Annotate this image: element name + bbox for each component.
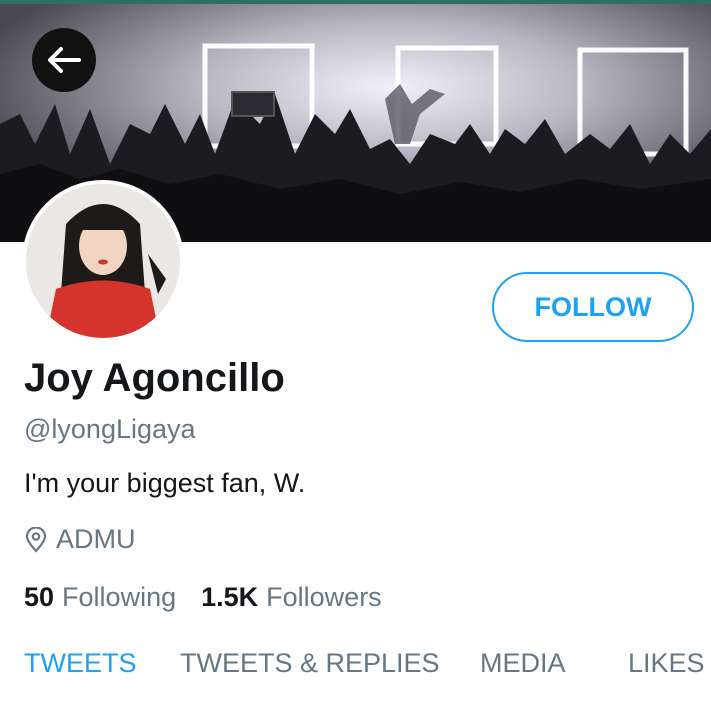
tab-media[interactable]: MEDIA — [480, 648, 566, 679]
profile-handle: @lyongLigaya — [24, 414, 196, 444]
arrow-left-icon — [48, 47, 81, 73]
tab-tweets[interactable]: TWEETS — [24, 648, 137, 679]
profile-tabs: TWEETS TWEETS & REPLIES MEDIA LIKES — [0, 648, 711, 688]
follow-button[interactable]: FOLLOW — [492, 272, 694, 342]
profile-bio: I'm your biggest fan, W. — [24, 468, 306, 498]
following-stat[interactable]: 50 Following — [24, 582, 176, 613]
location-text: ADMU — [56, 524, 136, 554]
profile-name: Joy Agoncillo — [24, 356, 285, 400]
tab-tweets-and-replies[interactable]: TWEETS & REPLIES — [180, 648, 440, 679]
profile-stats: 50 Following 1.5K Followers — [24, 582, 407, 613]
tab-likes[interactable]: LIKES — [628, 648, 705, 679]
following-label: Following — [62, 582, 177, 612]
location-pin-icon — [25, 526, 47, 553]
following-count: 50 — [24, 582, 55, 612]
avatar[interactable] — [22, 180, 184, 342]
profile-location: ADMU — [24, 524, 136, 555]
followers-label: Followers — [266, 582, 382, 612]
avatar-photo — [26, 184, 180, 338]
followers-stat[interactable]: 1.5K Followers — [201, 582, 382, 613]
back-button[interactable] — [32, 28, 96, 92]
followers-count: 1.5K — [201, 582, 259, 612]
